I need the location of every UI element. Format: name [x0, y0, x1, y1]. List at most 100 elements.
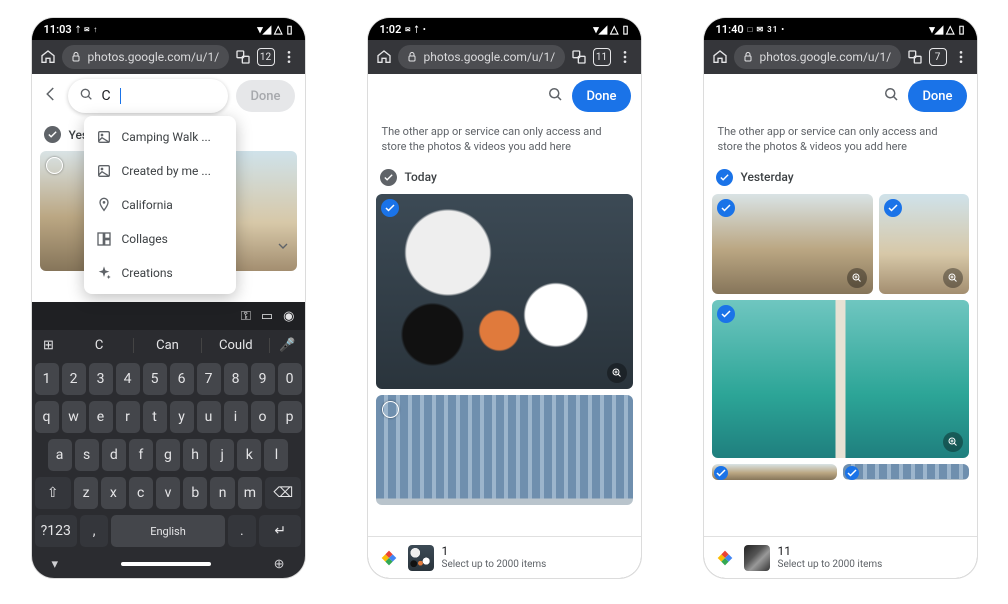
key[interactable]: o	[251, 401, 275, 433]
search-icon[interactable]	[882, 85, 900, 107]
collapse-keyboard-icon[interactable]: ▾	[52, 557, 59, 572]
key[interactable]: 6	[170, 363, 194, 395]
tab-switcher[interactable]: 7	[929, 48, 947, 66]
url-field[interactable]: photos.google.com/u/1/	[62, 45, 229, 69]
zoom-icon[interactable]	[847, 268, 867, 288]
key[interactable]: q	[35, 401, 59, 433]
selection-thumbnail[interactable]	[744, 545, 770, 571]
done-button[interactable]: Done	[908, 80, 966, 112]
zoom-icon[interactable]	[943, 268, 963, 288]
back-icon[interactable]	[42, 85, 60, 107]
key[interactable]: g	[156, 439, 180, 471]
key[interactable]: 2	[62, 363, 86, 395]
key[interactable]: x	[101, 477, 125, 509]
chevron-down-icon[interactable]	[275, 238, 291, 258]
tab-switcher[interactable]: 11	[593, 48, 611, 66]
suggestion-creations[interactable]: Creations	[84, 256, 236, 290]
key[interactable]: p	[278, 401, 302, 433]
select-ring-icon[interactable]	[46, 157, 63, 174]
key[interactable]: y	[170, 401, 194, 433]
comma-key[interactable]: ,	[80, 515, 108, 547]
zoom-icon[interactable]	[943, 432, 963, 452]
tab-switcher[interactable]: 12	[257, 48, 275, 66]
suggestion-camping-walk[interactable]: Camping Walk ...	[84, 120, 236, 154]
key[interactable]: 8	[224, 363, 248, 395]
key[interactable]: n	[210, 477, 234, 509]
group-select-checkbox[interactable]	[44, 126, 61, 143]
key[interactable]: j	[210, 439, 234, 471]
selected-check-icon[interactable]	[884, 199, 902, 217]
key[interactable]: 1	[35, 363, 59, 395]
key[interactable]: i	[224, 401, 248, 433]
home-icon[interactable]	[376, 49, 392, 65]
overflow-menu-icon[interactable]	[617, 49, 633, 65]
key[interactable]: s	[75, 439, 99, 471]
period-key[interactable]: .	[228, 515, 256, 547]
key[interactable]: 0	[278, 363, 302, 395]
key[interactable]: z	[74, 477, 98, 509]
numeric-key[interactable]: ?123	[35, 515, 78, 547]
translate-icon[interactable]	[571, 49, 587, 65]
globe-icon[interactable]: ⊕	[274, 557, 285, 572]
card-icon[interactable]: ▭	[261, 309, 273, 324]
gesture-bar[interactable]	[121, 562, 211, 566]
key[interactable]: k	[237, 439, 261, 471]
key[interactable]: d	[102, 439, 126, 471]
photo-thumbnail[interactable]	[843, 464, 969, 480]
selected-check-icon[interactable]	[717, 305, 735, 323]
key[interactable]: r	[116, 401, 140, 433]
url-field[interactable]: photos.google.com/u/1/	[398, 45, 565, 69]
key[interactable]: 9	[251, 363, 275, 395]
translate-icon[interactable]	[235, 49, 251, 65]
photo-thumbnail[interactable]	[712, 464, 838, 480]
zoom-icon[interactable]	[607, 363, 627, 383]
photo-thumbnail[interactable]	[376, 395, 633, 505]
key[interactable]: 7	[197, 363, 221, 395]
photo-thumbnail[interactable]	[879, 194, 969, 294]
key[interactable]: 4	[116, 363, 140, 395]
key[interactable]: l	[264, 439, 288, 471]
translate-icon[interactable]	[907, 49, 923, 65]
overflow-menu-icon[interactable]	[953, 49, 969, 65]
key[interactable]: c	[129, 477, 153, 509]
search-icon[interactable]	[546, 85, 564, 107]
suggestion-word[interactable]: Could	[202, 338, 270, 353]
search-input[interactable]: C	[68, 79, 229, 113]
key[interactable]: v	[156, 477, 180, 509]
photo-thumbnail[interactable]	[376, 194, 633, 389]
home-icon[interactable]	[40, 49, 56, 65]
suggestion-word[interactable]: Can	[134, 338, 202, 353]
home-icon[interactable]	[712, 49, 728, 65]
location-icon[interactable]: ◉	[283, 309, 294, 324]
password-icon[interactable]: ⚿	[241, 309, 251, 324]
key[interactable]: f	[129, 439, 153, 471]
enter-key[interactable]: ↵	[259, 515, 302, 547]
selected-check-icon[interactable]	[845, 466, 859, 480]
key[interactable]: e	[89, 401, 113, 433]
key[interactable]: a	[48, 439, 72, 471]
backspace-key[interactable]: ⌫	[265, 477, 301, 509]
done-button[interactable]: Done	[236, 80, 294, 112]
suggestion-created-by-me[interactable]: Created by me ...	[84, 154, 236, 188]
key[interactable]: u	[197, 401, 221, 433]
key[interactable]: w	[62, 401, 86, 433]
done-button[interactable]: Done	[572, 80, 630, 112]
select-ring-icon[interactable]	[382, 401, 399, 418]
key[interactable]: b	[183, 477, 207, 509]
mic-icon[interactable]: 🎤	[270, 338, 304, 353]
group-select-checkbox[interactable]	[716, 169, 733, 186]
group-select-checkbox[interactable]	[380, 169, 397, 186]
selected-check-icon[interactable]	[714, 466, 728, 480]
suggestion-collages[interactable]: Collages	[84, 222, 236, 256]
selected-check-icon[interactable]	[717, 199, 735, 217]
selected-check-icon[interactable]	[381, 199, 399, 217]
url-field[interactable]: photos.google.com/u/1/	[734, 45, 901, 69]
shift-key[interactable]: ⇧	[35, 477, 71, 509]
photo-thumbnail[interactable]	[712, 194, 873, 294]
overflow-menu-icon[interactable]	[281, 49, 297, 65]
key[interactable]: m	[238, 477, 262, 509]
key[interactable]: 3	[89, 363, 113, 395]
spacebar[interactable]: English	[111, 515, 224, 547]
key[interactable]: 5	[143, 363, 167, 395]
key[interactable]: t	[143, 401, 167, 433]
